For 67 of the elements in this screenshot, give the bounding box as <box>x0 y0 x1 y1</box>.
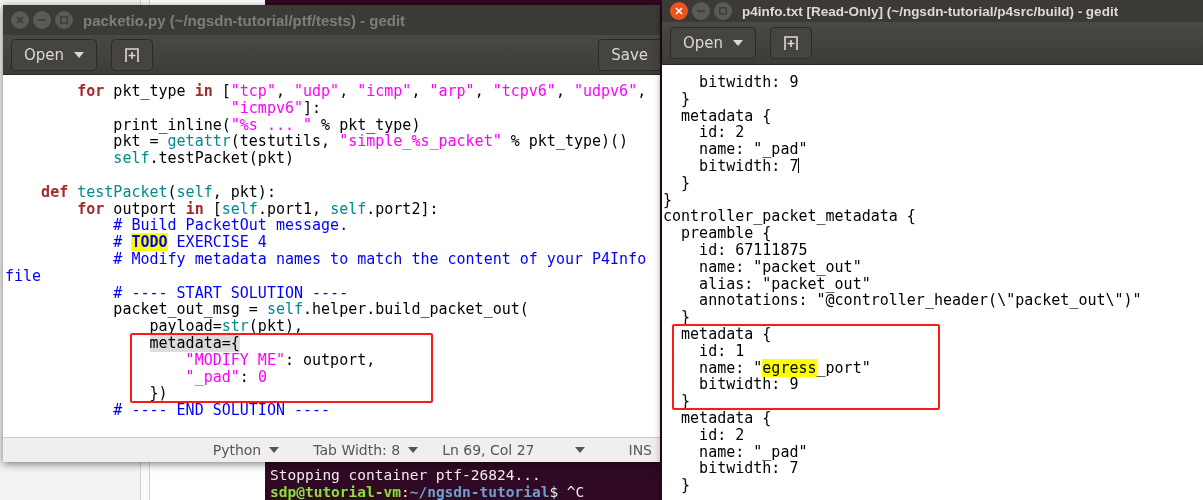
code-line: metadata { <box>680 107 773 125</box>
code-line: name: "_pad" <box>698 141 809 158</box>
text-editor[interactable] <box>3 75 660 437</box>
code-line: } <box>663 191 673 209</box>
code-line: metadata { <box>680 325 773 343</box>
insert-mode: INS <box>628 442 652 458</box>
open-button[interactable]: Open <box>11 38 98 71</box>
add-tab-icon <box>783 35 800 51</box>
caret-icon <box>733 40 744 46</box>
code-line: alias: "packet_out" <box>698 275 871 293</box>
code-line: bitwidth: 7 <box>698 158 800 175</box>
code-line: def testPacket(self, pkt): <box>40 183 277 201</box>
code-line: } <box>680 90 692 108</box>
code-line: id: 2 <box>698 426 746 444</box>
code-line: payload=str(pkt), <box>149 318 305 335</box>
code-line: preamble { <box>681 225 772 242</box>
caret-icon <box>408 447 419 453</box>
caret-icon <box>574 447 585 453</box>
window-title: p4info.txt [Read-Only] (~/ngsdn-tutorial/p4src/build) - gedit <box>742 3 1119 19</box>
code-line: name: "packet_out" <box>698 258 863 276</box>
terminal-line: sdp@tutorial-vm:~/ngsdn-tutorial$ ^C <box>270 483 586 500</box>
caret-icon <box>74 51 85 58</box>
code-line: bitwidth: 7 <box>698 460 799 478</box>
code-line: id: 1 <box>698 342 746 360</box>
close-icon <box>16 16 24 24</box>
text-editor[interactable] <box>662 65 1203 500</box>
code-line: # ---- START SOLUTION ---- <box>112 284 350 302</box>
code-line: annotations: "@controller_header(\"packet_out\")" <box>698 292 1143 310</box>
code-line: for pkt_type in ["tcp", "udp", "icmp", "arp", "tcpv6", "udpv6", <box>76 83 648 100</box>
maximize-icon <box>60 16 68 24</box>
code-line: for outport in [self.port1, self.port2]: <box>76 200 440 218</box>
code-line: id: 67111875 <box>699 241 809 259</box>
code-line: "MODIFY ME": outport, <box>185 351 377 369</box>
terminal-line: Stopping container ptf-26824... <box>270 467 542 484</box>
cursor-position: Ln 69, Col 27 <box>442 442 535 458</box>
code-line: "_pad": 0 <box>184 368 268 386</box>
code-line: }) <box>148 385 169 403</box>
open-button[interactable]: Open <box>670 27 757 59</box>
code-line: # Modify metadata names to match the content of your P4Info <box>112 250 648 268</box>
caret-icon <box>269 447 280 453</box>
language-selector[interactable]: Python <box>202 442 290 458</box>
window-title: packetio.py (~/ngsdn-tutorial/ptf/tests) - gedit <box>83 11 406 29</box>
new-tab-button[interactable] <box>770 27 813 59</box>
code-line: self.testPacket(pkt) <box>112 150 295 167</box>
code-line: "icmpv6"]: <box>229 99 322 117</box>
code-line: id: 2 <box>698 124 746 142</box>
new-tab-button[interactable] <box>111 38 154 71</box>
add-tab-icon <box>124 46 141 63</box>
code-line: print_inline("%s ... " % pkt_type) <box>112 116 421 134</box>
code-line: pkt = getattr(testutils, "simple_%s_packet" % pkt_type)() <box>112 133 630 151</box>
code-line: # ---- END SOLUTION ---- <box>112 402 332 419</box>
code-line: # TODO EXERCISE 4 <box>112 234 268 251</box>
save-button[interactable]: Save <box>598 38 660 71</box>
code-line: controller_packet_metadata { <box>663 208 917 226</box>
code-line: bitwidth: 9 <box>698 74 800 91</box>
code-line: } <box>680 477 692 494</box>
code-line: file <box>5 267 43 285</box>
code-line: } <box>680 174 692 192</box>
code-line: name: "_pad" <box>698 443 809 461</box>
code-line: bitwidth: 9 <box>698 376 799 394</box>
code-line: metadata { <box>680 409 773 427</box>
close-icon <box>675 7 683 15</box>
code-line: packet_out_msg = self.helper.build_packet_out( <box>112 301 530 319</box>
close-button[interactable] <box>670 2 688 20</box>
tab-width-selector[interactable]: Tab Width: 8 <box>303 442 429 458</box>
maximize-icon <box>719 7 727 15</box>
code-line: # Build PacketOut message. <box>112 217 350 235</box>
